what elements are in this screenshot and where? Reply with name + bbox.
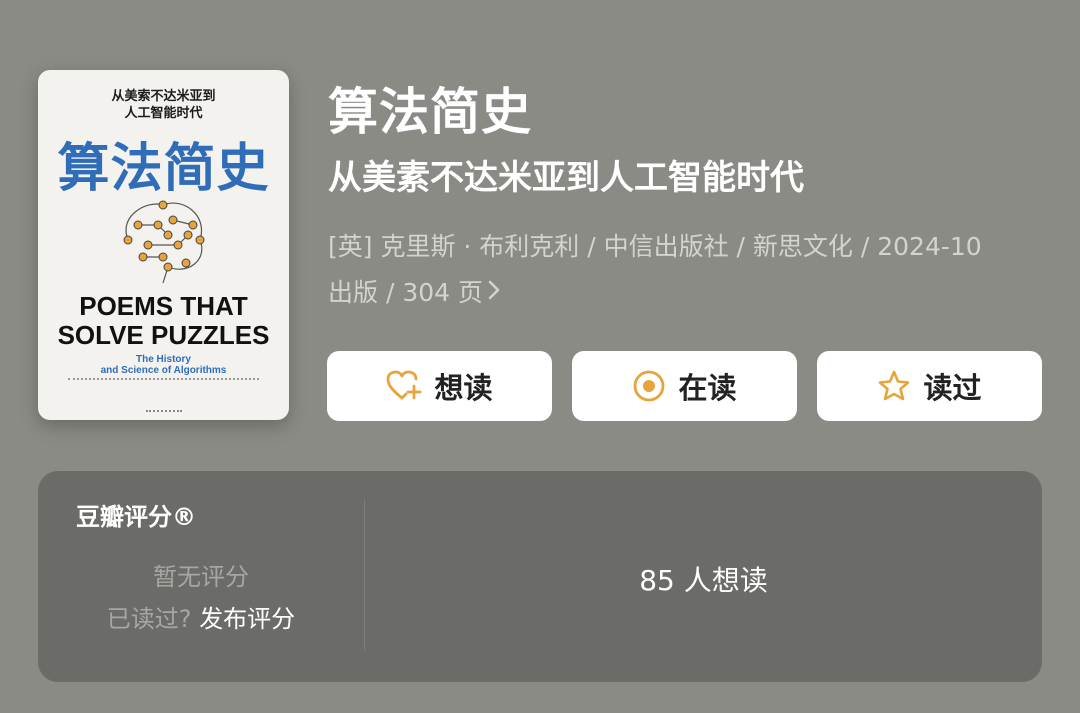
book-title: 算法简史 [328,83,532,141]
cover-english-title-line1: POEMS THAT [79,291,248,321]
book-meta-line2-wrap: 出版 / 304 页 [328,270,1048,316]
read-prompt-text: 已读过? [106,605,192,633]
no-rating-text: 暂无评分 [153,563,249,591]
star-icon [879,370,910,401]
rating-card: 豆瓣评分® 暂无评分 已读过? 发布评分 85 人想读 [38,471,1042,682]
heart-plus-icon [387,370,422,400]
want-to-read-label: 想读 [434,371,493,405]
book-meta[interactable]: [英] 克里斯 · 布利克利 / 中信出版社 / 新思文化 / 2024-10 … [328,224,1048,316]
cover-english-title: POEMS THAT SOLVE PUZZLES [38,292,289,350]
reading-button[interactable]: 在读 [572,351,797,421]
cover-english-subtitle-line1: The History [135,354,191,365]
cover-subtitle-line2: 人工智能时代 [124,106,203,121]
brain-circuit-icon [123,200,205,284]
publish-rating-link[interactable]: 发布评分 [199,605,295,633]
book-meta-line1: [英] 克里斯 · 布利克利 / 中信出版社 / 新思文化 / 2024-10 [328,232,982,261]
cover-subtitle-line1: 从美索不达米亚到 [111,89,216,104]
have-read-label: 读过 [923,371,982,405]
cover-english-title-line2: SOLVE PUZZLES [57,320,270,350]
book-cover[interactable]: 从美索不达米亚到 人工智能时代 算法简史 POEMS THAT SOLVE PU… [38,70,289,420]
want-count[interactable]: 85 人想读 [365,559,1042,599]
want-to-read-button[interactable]: 想读 [327,351,552,421]
read-prompt: 已读过? 发布评分 [38,599,364,634]
cover-publisher-mark [38,397,289,412]
cover-title: 算法简史 [57,139,270,199]
book-meta-line2: 出版 / 304 页 [328,278,483,307]
cover-english-subtitle: The History and Science of Algorithms [38,354,289,376]
rating-label: 豆瓣评分® [76,503,196,531]
chevron-right-icon [487,270,501,316]
have-read-button[interactable]: 读过 [817,351,1042,421]
cover-english-subtitle-line2: and Science of Algorithms [100,365,227,376]
book-subtitle: 从美素不达米亚到人工智能时代 [328,158,804,198]
reading-label: 在读 [678,371,737,405]
cover-subtitle: 从美索不达米亚到 人工智能时代 [38,88,289,122]
cover-author-line [68,378,259,382]
target-icon [634,370,665,402]
